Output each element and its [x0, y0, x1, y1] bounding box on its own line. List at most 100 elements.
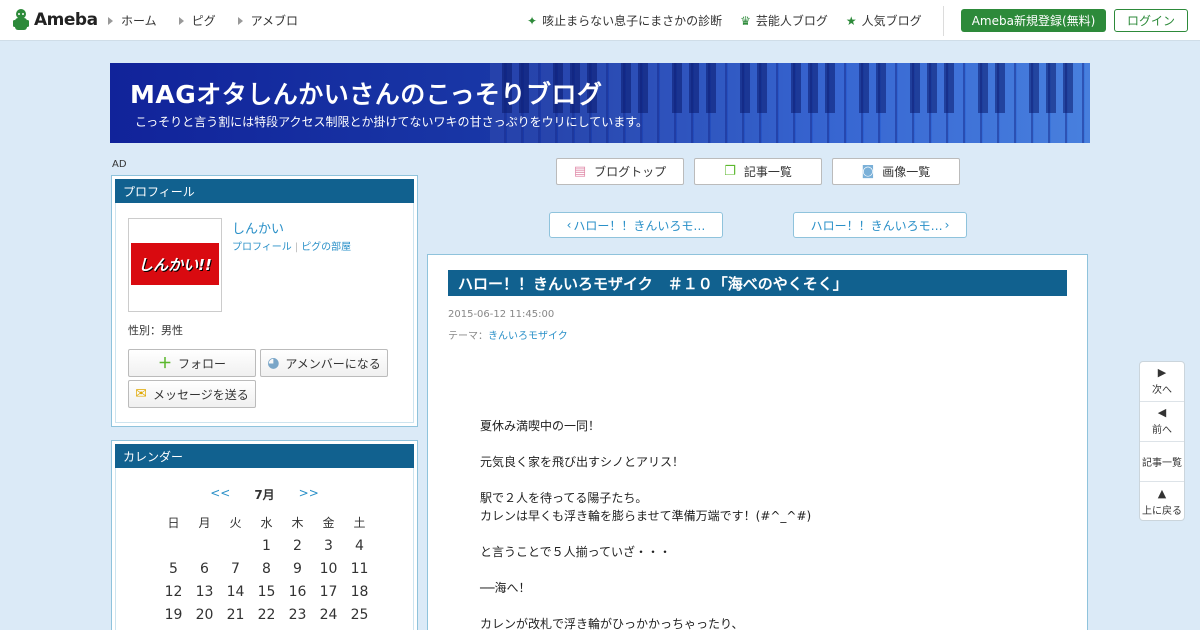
nav-label: ホーム: [121, 14, 157, 28]
body-line: 夏休み満喫中の一同！: [480, 419, 601, 433]
calendar-day: 13: [195, 583, 214, 600]
tab-label: ブログトップ: [594, 165, 667, 179]
link-popular-blog[interactable]: ★ 人気ブログ: [846, 12, 922, 29]
calendar-heading: カレンダー: [115, 444, 414, 468]
piano-black-key: [825, 63, 835, 113]
message-button[interactable]: ✉ メッセージを送る: [128, 380, 256, 408]
avatar[interactable]: しんかい!!: [128, 218, 222, 312]
blog-banner[interactable]: MAGオタしんかいさんのこっそりブログ こっそりと言う割には特段アクセス制限とか…: [110, 63, 1090, 143]
global-nav: ホーム ピグ アメブロ: [108, 12, 320, 29]
message-label: メッセージを送る: [152, 387, 249, 402]
entry-list-button[interactable]: 記事一覧: [1140, 442, 1184, 482]
header-links: ✦ 咳止まらない息子にまさかの診断 ♛ 芸能人ブログ ★ 人気ブログ: [527, 12, 940, 29]
piano-black-key: [706, 63, 716, 113]
back-to-top-button[interactable]: ▲ 上に戻る: [1140, 482, 1184, 522]
calendar-day: 7: [231, 560, 240, 577]
calendar-prev[interactable]: <<: [210, 486, 230, 503]
piano-black-key: [859, 63, 869, 113]
play-right-icon: ▶: [1157, 366, 1167, 379]
piano-black-key: [927, 63, 937, 113]
chat-bubble-icon: ◕: [267, 355, 280, 371]
calendar-day: 22: [257, 606, 276, 623]
calendar-day: 8: [262, 560, 271, 577]
nav-ameblo[interactable]: アメブロ: [237, 12, 298, 29]
link-celebrity-blog[interactable]: ♛ 芸能人ブログ: [740, 12, 828, 29]
camera-icon: ◙: [861, 164, 875, 179]
next-button[interactable]: ▶ 次へ: [1140, 362, 1184, 402]
tab-label: 画像一覧: [882, 165, 931, 179]
back-to-top-label: 上に戻る: [1142, 505, 1182, 517]
prev-entry-link[interactable]: ‹ ハロー！！きんいろモ…: [549, 212, 723, 238]
body-line: 駅で２人を待ってる陽子たち。: [480, 491, 648, 505]
amember-button[interactable]: ◕ アメンバーになる: [260, 349, 388, 377]
profile-link[interactable]: プロフィール: [232, 242, 292, 253]
pig-room-link[interactable]: ピグの部屋: [301, 242, 351, 253]
triangle-right-icon: [108, 16, 113, 25]
calendar-day: 24: [319, 606, 338, 623]
calendar-weekday: 水: [260, 516, 273, 530]
piano-black-key: [1046, 63, 1056, 113]
calendar-day: 20: [195, 606, 214, 623]
article-body: 夏休み満喫中の一同！ 元気良く家を飛び出すシノとアリス！ 駅で２人を待ってる陽子たち…: [480, 417, 811, 630]
calendar-day: 9: [293, 560, 302, 577]
calendar-next[interactable]: >>: [299, 486, 319, 503]
next-entry-label: ハロー！！きんいろモ…: [810, 218, 943, 233]
list-icon: ❐: [724, 164, 736, 179]
link-trending-topic[interactable]: ✦ 咳止まらない息子にまさかの診断: [527, 12, 722, 29]
follow-button[interactable]: ＋ フォロー: [128, 349, 256, 377]
calendar-day: 23: [288, 606, 307, 623]
next-entry-link[interactable]: ハロー！！きんいろモ… ›: [793, 212, 967, 238]
article: ハロー！！きんいろモザイク ＃１０「海べのやくそく」 2015-06-12 11…: [427, 254, 1088, 630]
prev-button[interactable]: ◀ 前へ: [1140, 402, 1184, 442]
nav-home[interactable]: ホーム: [108, 12, 157, 29]
login-button[interactable]: ログイン: [1114, 9, 1188, 32]
piano-black-key: [740, 63, 750, 113]
blog-title: MAGオタしんかいさんのこっそりブログ: [130, 80, 603, 109]
calendar-weekday: 木: [291, 516, 304, 530]
body-line: カレンは早くも浮き輪を膨らませて準備万端です！(#^_^#): [480, 509, 812, 523]
calendar-day: 18: [350, 583, 369, 600]
tab-image-list[interactable]: ◙ 画像一覧: [832, 158, 960, 185]
calendar-day: 17: [319, 583, 338, 600]
calendar-weekday: 火: [229, 516, 242, 530]
calendar-day: 4: [355, 537, 364, 554]
chevron-right-icon: ›: [944, 218, 950, 232]
calendar-day: 3: [324, 537, 333, 554]
nav-label: ピグ: [191, 14, 216, 28]
calendar-weekday: 日: [167, 516, 180, 530]
theme-link[interactable]: きんいろモザイク: [488, 331, 568, 342]
tab-entry-list[interactable]: ❐ 記事一覧: [694, 158, 822, 185]
link-label: 咳止まらない息子にまさかの診断: [542, 14, 723, 28]
ameba-logo[interactable]: Ameba: [12, 8, 98, 32]
link-label: 芸能人ブログ: [755, 14, 828, 28]
calendar-day: 19: [164, 606, 183, 623]
piano-black-key: [791, 63, 801, 113]
piano-black-key: [672, 63, 682, 113]
piano-black-key: [638, 63, 648, 113]
calendar-weekday-row: 日月火水木金土: [158, 511, 375, 534]
calendar-day: 6: [200, 560, 209, 577]
chevron-left-icon: ‹: [566, 218, 572, 232]
article-title[interactable]: ハロー！！きんいろモザイク ＃１０「海べのやくそく」: [448, 270, 1067, 296]
article-date: 2015-06-12 11:45:00: [448, 309, 555, 320]
follow-label: フォロー: [177, 356, 226, 371]
piano-black-key: [1063, 63, 1073, 113]
gender-text: 性別：男性: [128, 324, 183, 337]
calendar-weekday: 土: [353, 516, 366, 530]
profile-heading: プロフィール: [115, 179, 414, 203]
prev-entry-label: ハロー！！きんいろモ…: [573, 218, 706, 233]
logo-text: Ameba: [34, 10, 98, 30]
piano-black-key: [689, 63, 699, 113]
calendar-day: 1: [262, 537, 271, 554]
calendar-week-row: 5 6 7 8 9 10 11: [158, 557, 375, 580]
tab-blog-top[interactable]: ▤ ブログトップ: [556, 158, 684, 185]
calendar-grid: 日月火水木金土 1 2 3 4 5 6 7 8 9 10 11 12 13 14 15 16 17 18 19 20 21…: [158, 511, 375, 630]
nav-pig[interactable]: ピグ: [178, 12, 216, 29]
register-button[interactable]: Ameba新規登録(無料): [961, 9, 1106, 32]
body-line: 元気良く家を飛び出すシノとアリス！: [480, 455, 685, 469]
profile-name[interactable]: しんかい: [232, 218, 284, 237]
